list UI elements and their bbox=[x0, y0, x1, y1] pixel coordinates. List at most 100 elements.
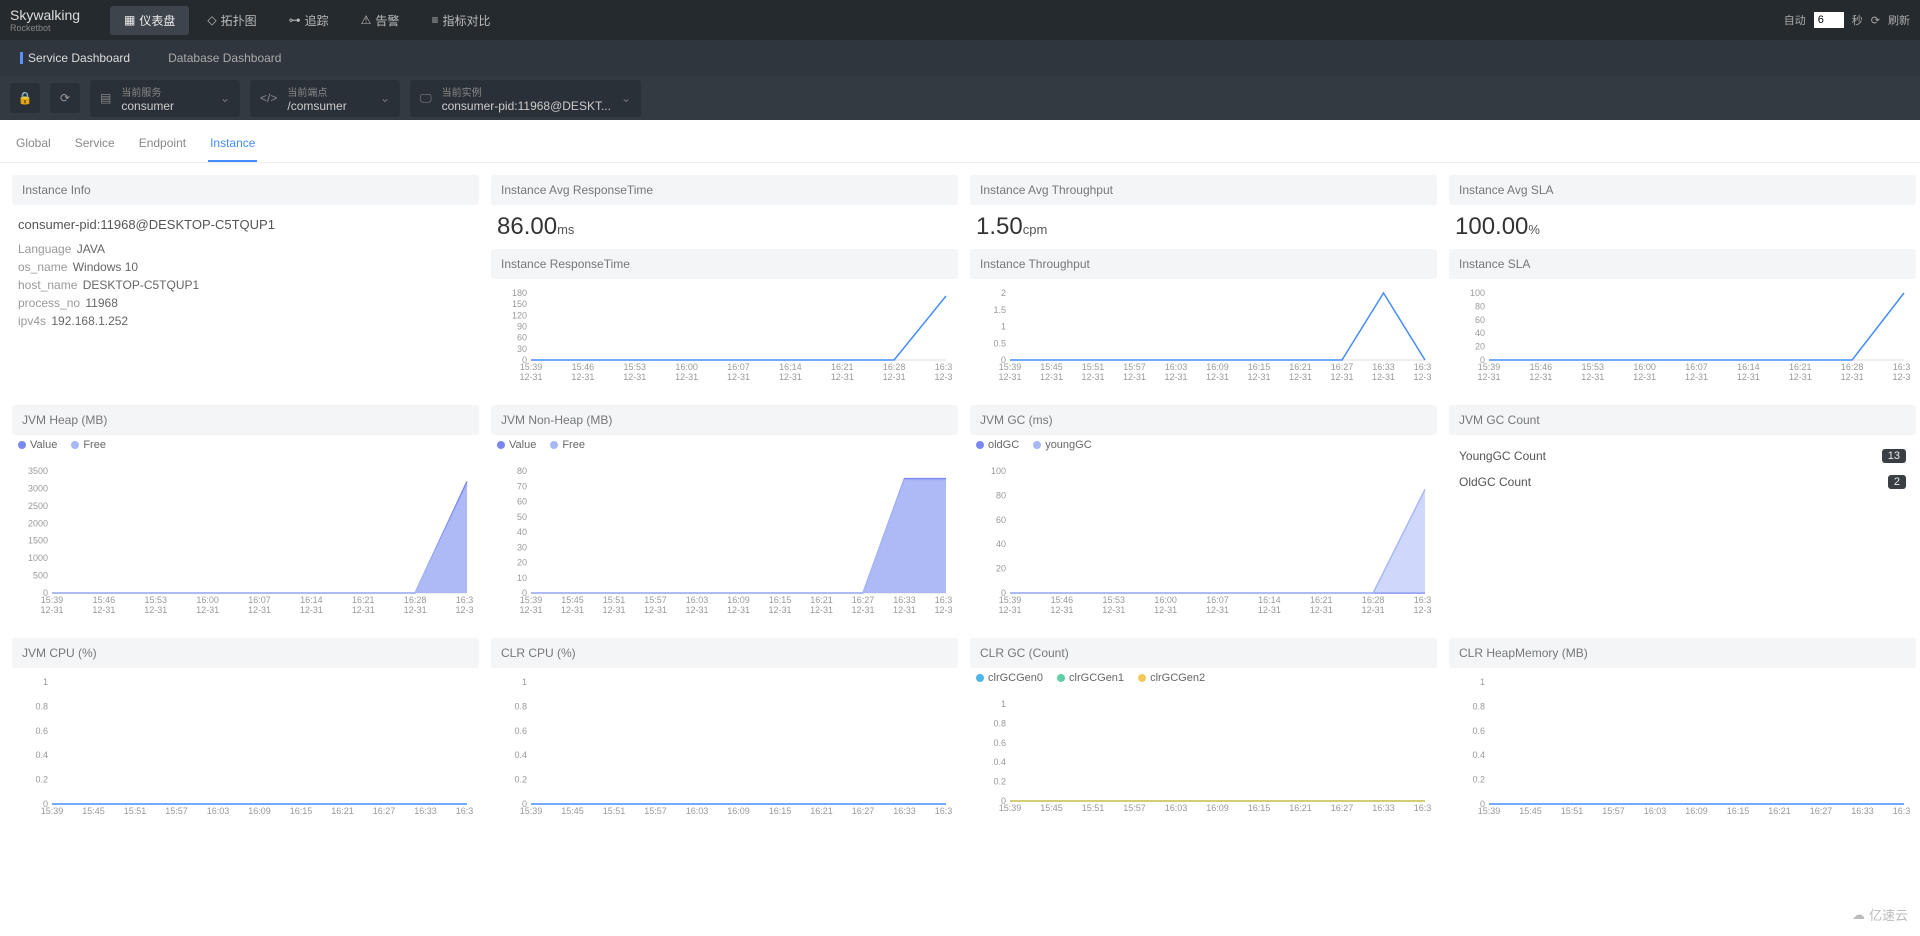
svg-text:16:03: 16:03 bbox=[1165, 362, 1188, 372]
info-key: Language bbox=[18, 242, 71, 256]
reload-button[interactable]: ⟳ bbox=[50, 83, 80, 113]
svg-text:16:27: 16:27 bbox=[1331, 362, 1354, 372]
nav-item-4[interactable]: ≡指标对比 bbox=[417, 6, 504, 35]
info-value: DESKTOP-C5TQUP1 bbox=[83, 278, 199, 292]
refresh-icon[interactable]: ⟳ bbox=[1871, 14, 1880, 27]
selector-bar: 🔒 ⟳ ▤ 当前服务 consumer ⌄ </> 当前端点 /comsumer… bbox=[0, 76, 1920, 120]
svg-text:16:39: 16:39 bbox=[456, 806, 473, 816]
svg-text:15:39: 15:39 bbox=[41, 595, 64, 605]
svg-text:16:39: 16:39 bbox=[1414, 362, 1431, 372]
svg-text:16:39: 16:39 bbox=[1893, 806, 1910, 816]
svg-text:12-31: 12-31 bbox=[1413, 605, 1431, 615]
card-avg-sla: Instance Avg SLA 100.00% Instance SLA 02… bbox=[1449, 175, 1916, 393]
tab-instance[interactable]: Instance bbox=[208, 130, 257, 162]
nav-item-0[interactable]: ▦仪表盘 bbox=[110, 6, 189, 35]
card-title: Instance Avg SLA bbox=[1449, 175, 1916, 205]
svg-text:12-31: 12-31 bbox=[196, 605, 219, 615]
refresh-label[interactable]: 刷新 bbox=[1888, 12, 1910, 28]
svg-text:12-31: 12-31 bbox=[519, 605, 542, 615]
card-title: CLR HeapMemory (MB) bbox=[1449, 638, 1916, 668]
svg-text:1500: 1500 bbox=[28, 536, 48, 546]
svg-text:16:07: 16:07 bbox=[248, 595, 271, 605]
svg-text:12-31: 12-31 bbox=[727, 605, 750, 615]
svg-text:3000: 3000 bbox=[28, 483, 48, 493]
svg-text:1: 1 bbox=[522, 677, 527, 687]
svg-text:12-31: 12-31 bbox=[934, 605, 952, 615]
svg-text:16:21: 16:21 bbox=[810, 806, 833, 816]
svg-text:16:09: 16:09 bbox=[727, 595, 750, 605]
svg-text:16:00: 16:00 bbox=[196, 595, 219, 605]
svg-text:120: 120 bbox=[512, 310, 527, 320]
legend-dot-icon bbox=[976, 441, 984, 449]
svg-text:16:33: 16:33 bbox=[893, 806, 916, 816]
chevron-down-icon: ⌄ bbox=[380, 91, 390, 105]
svg-text:20: 20 bbox=[996, 564, 1006, 574]
info-row: ipv4s 192.168.1.252 bbox=[18, 312, 473, 330]
nav-item-2[interactable]: ⊶追踪 bbox=[275, 6, 343, 35]
lock-button[interactable]: 🔒 bbox=[10, 83, 40, 113]
watermark: ☁ 亿速云 bbox=[1852, 905, 1908, 924]
svg-text:12-31: 12-31 bbox=[1362, 605, 1385, 615]
svg-text:15:57: 15:57 bbox=[644, 595, 667, 605]
svg-text:0.8: 0.8 bbox=[1472, 701, 1485, 711]
subnav-item-1[interactable]: Database Dashboard bbox=[158, 47, 291, 69]
service-selector[interactable]: ▤ 当前服务 consumer ⌄ bbox=[90, 80, 240, 117]
refresh-interval-input[interactable] bbox=[1814, 12, 1844, 28]
young-gc-row: YoungGC Count 13 bbox=[1455, 443, 1910, 469]
svg-text:12-31: 12-31 bbox=[519, 372, 542, 382]
svg-text:12-31: 12-31 bbox=[810, 605, 833, 615]
svg-text:15:39: 15:39 bbox=[1478, 362, 1501, 372]
svg-text:12-31: 12-31 bbox=[1206, 372, 1229, 382]
card-title: Instance Info bbox=[12, 175, 479, 205]
svg-text:20: 20 bbox=[1475, 342, 1485, 352]
card-title-tp: Instance Throughput bbox=[970, 249, 1437, 279]
svg-text:12-31: 12-31 bbox=[1081, 372, 1104, 382]
svg-text:15:46: 15:46 bbox=[93, 595, 116, 605]
subnav-item-0[interactable]: Service Dashboard bbox=[10, 47, 140, 69]
svg-text:12-31: 12-31 bbox=[561, 605, 584, 615]
dashboard-grid: Instance Info consumer-pid:11968@DESKTOP… bbox=[0, 163, 1920, 849]
tab-global[interactable]: Global bbox=[14, 130, 53, 162]
svg-text:16:15: 16:15 bbox=[769, 595, 792, 605]
nav-label: 拓扑图 bbox=[221, 12, 257, 29]
chart-instance-responsetime: 030609012015018015:3912-3115:4612-3115:5… bbox=[491, 279, 958, 393]
svg-text:15:46: 15:46 bbox=[572, 362, 595, 372]
svg-text:16:14: 16:14 bbox=[1258, 595, 1281, 605]
svg-text:16:21: 16:21 bbox=[352, 595, 375, 605]
svg-text:12-31: 12-31 bbox=[1892, 372, 1910, 382]
legend-clr-gc: clrGCGen0clrGCGen1clrGCGen2 bbox=[970, 668, 1437, 690]
svg-text:16:03: 16:03 bbox=[686, 806, 709, 816]
tab-service[interactable]: Service bbox=[73, 130, 117, 162]
nav-label: 仪表盘 bbox=[139, 12, 175, 29]
tab-endpoint[interactable]: Endpoint bbox=[137, 130, 188, 162]
svg-text:0.2: 0.2 bbox=[514, 775, 527, 785]
svg-text:12-31: 12-31 bbox=[1477, 372, 1500, 382]
svg-text:1.5: 1.5 bbox=[993, 305, 1006, 315]
svg-text:12-31: 12-31 bbox=[644, 605, 667, 615]
svg-text:30: 30 bbox=[517, 542, 527, 552]
svg-text:1: 1 bbox=[1001, 322, 1006, 332]
svg-text:16:27: 16:27 bbox=[373, 806, 396, 816]
svg-text:12-31: 12-31 bbox=[404, 605, 427, 615]
svg-text:16:09: 16:09 bbox=[1206, 362, 1229, 372]
card-title: JVM GC Count bbox=[1449, 405, 1916, 435]
svg-text:40: 40 bbox=[517, 527, 527, 537]
svg-text:12-31: 12-31 bbox=[1330, 372, 1353, 382]
nav-item-3[interactable]: ⚠告警 bbox=[347, 6, 414, 35]
card-clr-cpu: CLR CPU (%) 00.20.40.60.8115:3915:4515:5… bbox=[491, 638, 958, 837]
svg-text:12-31: 12-31 bbox=[602, 605, 625, 615]
svg-text:50: 50 bbox=[517, 512, 527, 522]
svg-text:80: 80 bbox=[1475, 301, 1485, 311]
card-title: Instance Avg ResponseTime bbox=[491, 175, 958, 205]
svg-text:15:57: 15:57 bbox=[1123, 362, 1146, 372]
nav-item-1[interactable]: ◇拓扑图 bbox=[193, 6, 270, 35]
svg-text:16:21: 16:21 bbox=[1289, 362, 1312, 372]
svg-text:0.4: 0.4 bbox=[35, 750, 48, 760]
card-title: JVM GC (ms) bbox=[970, 405, 1437, 435]
service-selector-value: consumer bbox=[121, 99, 174, 113]
svg-text:16:28: 16:28 bbox=[883, 362, 906, 372]
svg-text:12-31: 12-31 bbox=[40, 605, 63, 615]
svg-text:16:28: 16:28 bbox=[1362, 595, 1385, 605]
instance-selector[interactable]: 🖵 当前实例 consumer-pid:11968@DESKT... ⌄ bbox=[410, 80, 641, 117]
endpoint-selector[interactable]: </> 当前端点 /comsumer ⌄ bbox=[250, 80, 400, 117]
